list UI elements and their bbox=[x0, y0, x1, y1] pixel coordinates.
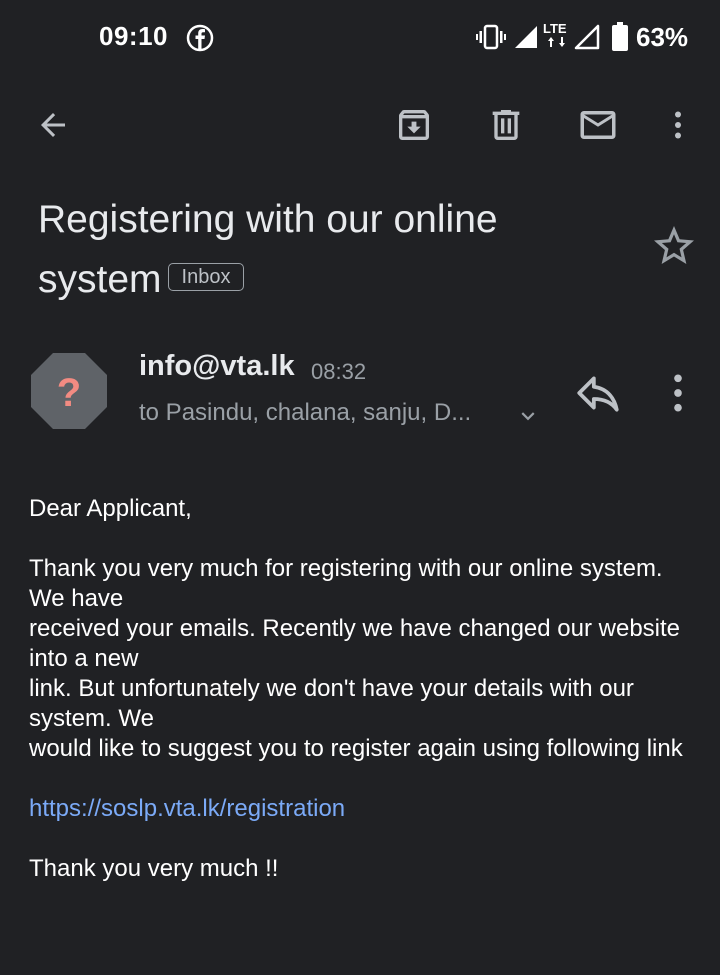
network-type-label: LTE bbox=[543, 21, 567, 36]
signal-icon bbox=[515, 26, 537, 48]
delete-button[interactable] bbox=[478, 97, 534, 153]
sender-avatar[interactable]: ? bbox=[30, 352, 108, 430]
battery-percentage: 63% bbox=[636, 22, 689, 52]
reply-icon[interactable] bbox=[573, 368, 623, 418]
body-closing: Thank you very much !! bbox=[29, 855, 279, 882]
body-line: received your emails. Recently we have c… bbox=[29, 615, 681, 672]
battery-icon bbox=[612, 22, 628, 51]
email-subject: Registering with our online system Inbox bbox=[38, 190, 618, 310]
sender-email[interactable]: info@vta.lk bbox=[139, 350, 295, 383]
body-line: Thank you very much for registering with… bbox=[29, 555, 663, 612]
body-line: would like to suggest you to register ag… bbox=[29, 735, 683, 762]
archive-icon bbox=[399, 110, 429, 140]
signal-icon-secondary bbox=[574, 24, 600, 50]
more-vert-icon bbox=[675, 111, 681, 139]
data-activity-icon bbox=[548, 37, 565, 47]
subject-text: Registering with our online system bbox=[38, 198, 498, 301]
mail-icon bbox=[580, 111, 616, 139]
email-time: 08:32 bbox=[311, 359, 367, 384]
email-screen: 09:10 LTE 63% Registering with our onlin… bbox=[0, 0, 720, 975]
unknown-sender-icon: ? bbox=[57, 371, 81, 415]
more-options-button[interactable] bbox=[650, 97, 706, 153]
chevron-down-icon[interactable] bbox=[515, 403, 541, 429]
recipients-summary[interactable]: to Pasindu, chalana, sanju, D... bbox=[139, 399, 504, 427]
mark-unread-button[interactable] bbox=[570, 97, 626, 153]
status-time: 09:10 bbox=[99, 21, 168, 51]
status-bar: 09:10 LTE 63% bbox=[0, 0, 720, 75]
back-button[interactable] bbox=[25, 97, 81, 153]
more-vert-icon[interactable] bbox=[660, 368, 696, 418]
vibrate-icon bbox=[476, 24, 506, 50]
archive-button[interactable] bbox=[386, 97, 442, 153]
email-body: Dear Applicant, Thank you very much for … bbox=[29, 494, 699, 884]
delete-icon bbox=[492, 110, 520, 140]
inbox-label-chip[interactable]: Inbox bbox=[167, 262, 245, 291]
facebook-icon bbox=[186, 24, 214, 52]
registration-link[interactable]: https://soslp.vta.lk/registration bbox=[29, 795, 345, 822]
body-line: link. But unfortunately we don't have yo… bbox=[29, 675, 634, 732]
back-arrow-icon bbox=[41, 113, 65, 137]
star-icon[interactable] bbox=[650, 222, 698, 270]
body-greeting: Dear Applicant, bbox=[29, 495, 192, 522]
